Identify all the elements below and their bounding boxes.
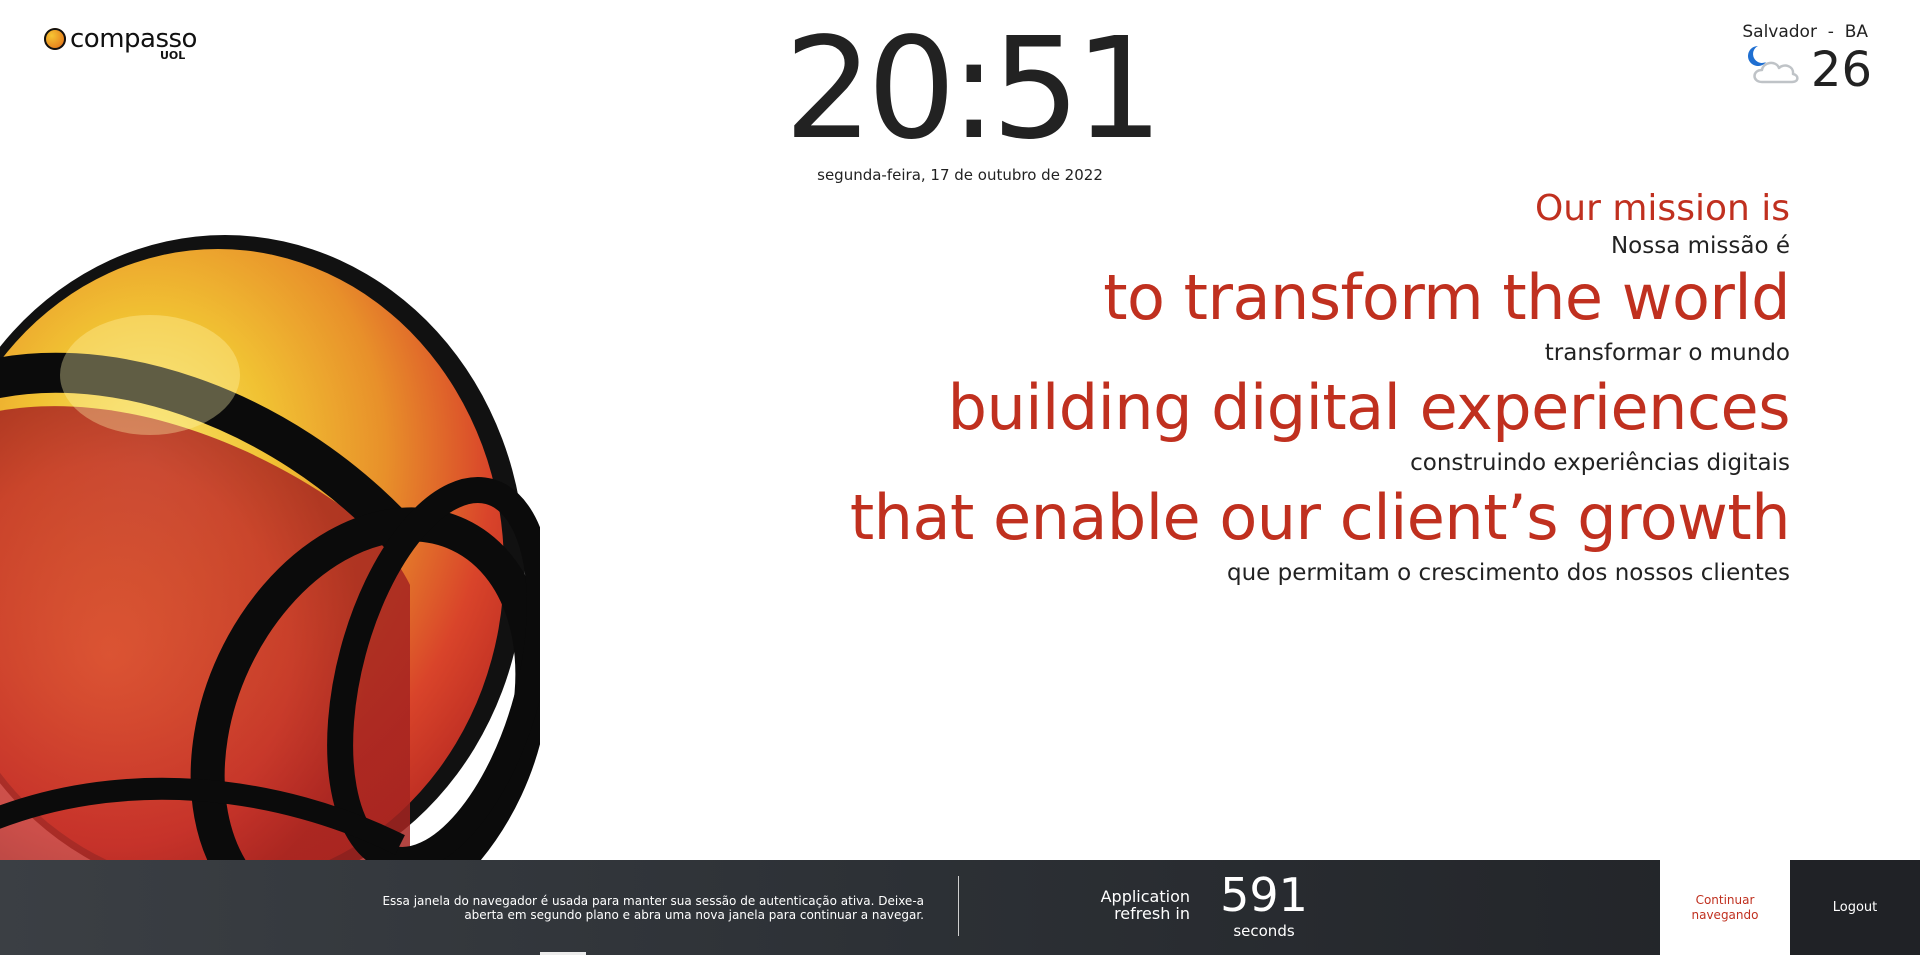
mission-line-en: to transform the world bbox=[1103, 261, 1790, 334]
session-message-line: aberta em segundo plano e abra uma nova … bbox=[464, 908, 924, 922]
weather-location: Salvador - BA bbox=[1742, 22, 1868, 42]
refresh-countdown-unit: seconds bbox=[1233, 922, 1295, 940]
session-message-line: Essa janela do navegador é usada para ma… bbox=[382, 894, 924, 908]
auth-keepalive-page: compasso UOL 20:51 segunda-feira, 17 de … bbox=[0, 0, 1920, 955]
mission-heading-pt: Nossa missão é bbox=[1610, 233, 1790, 259]
mission-line-pt: transformar o mundo bbox=[1544, 340, 1790, 366]
clock-time: 20:51 bbox=[784, 8, 1163, 171]
refresh-label-line: refresh in bbox=[1114, 904, 1190, 923]
mission-line-pt: construindo experiências digitais bbox=[1410, 450, 1790, 476]
logo-mark-icon bbox=[44, 28, 66, 50]
compasso-uol-logo: compasso UOL bbox=[42, 24, 197, 64]
mission-line-en: that enable our client’s growth bbox=[849, 481, 1791, 554]
mission-line-en: building digital experiences bbox=[947, 371, 1791, 444]
mission-statement: Our mission is Nossa missão é to transfo… bbox=[849, 186, 1791, 590]
night-cloudy-icon bbox=[1748, 46, 1799, 84]
mission-heading-en: Our mission is bbox=[1534, 188, 1790, 229]
bar-divider bbox=[958, 876, 959, 936]
refresh-countdown: 591 bbox=[1220, 868, 1308, 922]
uol-sphere-graphic bbox=[0, 235, 540, 860]
clock-date: segunda-feira, 17 de outubro de 2022 bbox=[817, 166, 1103, 184]
session-bottom-bar: Essa janela do navegador é usada para ma… bbox=[0, 860, 1920, 955]
refresh-label-line: Application bbox=[1100, 887, 1190, 906]
refresh-label: Application refresh in bbox=[1060, 888, 1190, 922]
continue-browsing-button[interactable]: Continuar navegando bbox=[1660, 860, 1790, 955]
logout-button[interactable]: Logout bbox=[1790, 860, 1920, 955]
logo-sub: UOL bbox=[160, 49, 186, 62]
mission-line-pt: que permitam o crescimento dos nossos cl… bbox=[1227, 560, 1790, 586]
session-message: Essa janela do navegador é usada para ma… bbox=[300, 894, 924, 922]
weather-temperature: 26 bbox=[1810, 42, 1872, 98]
